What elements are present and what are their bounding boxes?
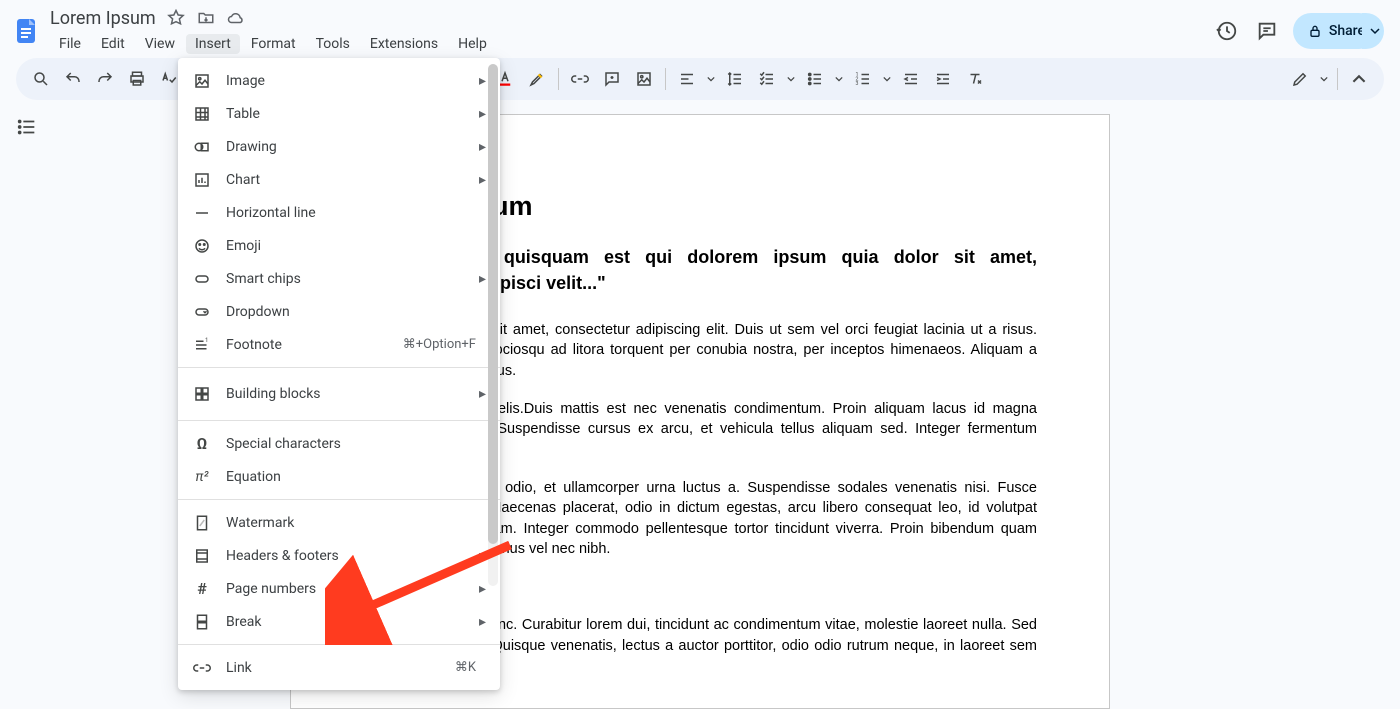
page-numbers-icon: # xyxy=(192,579,212,599)
numbered-caret-icon[interactable] xyxy=(880,64,894,94)
star-icon[interactable] xyxy=(166,8,186,28)
insert-drawing[interactable]: Drawing ▸ xyxy=(178,130,500,163)
insert-link-icon[interactable] xyxy=(565,64,595,94)
menu-insert[interactable]: Insert xyxy=(186,34,240,54)
menu-format[interactable]: Format xyxy=(242,34,305,54)
dropdown-icon xyxy=(192,302,212,322)
headers-footers-icon xyxy=(192,546,212,566)
horizontal-line-icon xyxy=(192,203,212,223)
line-spacing-icon[interactable] xyxy=(720,64,750,94)
share-caret-icon[interactable] xyxy=(1362,13,1384,49)
bulleted-list-icon[interactable] xyxy=(800,64,830,94)
link-icon xyxy=(192,658,212,678)
submenu-arrow-icon: ▸ xyxy=(479,614,486,630)
editing-caret-icon[interactable] xyxy=(1317,64,1331,94)
share-label: Share xyxy=(1329,23,1365,39)
menu-separator xyxy=(178,499,500,500)
insert-building-blocks[interactable]: Building blocks ▸ xyxy=(178,374,500,414)
search-menus-icon[interactable] xyxy=(26,64,56,94)
checklist-icon[interactable] xyxy=(752,64,782,94)
share-button[interactable]: Share xyxy=(1293,13,1384,49)
submenu-arrow-icon: ▸ xyxy=(479,581,486,597)
insert-table[interactable]: Table ▸ xyxy=(178,97,500,130)
building-blocks-icon xyxy=(192,384,212,404)
footnote-shortcut: ⌘+Option+F xyxy=(403,337,476,352)
insert-footnote[interactable]: 1 Footnote ⌘+Option+F xyxy=(178,328,500,361)
submenu-arrow-icon: ▸ xyxy=(479,106,486,122)
submenu-arrow-icon: ▸ xyxy=(479,73,486,89)
insert-headers-footers[interactable]: Headers & footers ▸ xyxy=(178,539,500,572)
svg-text:1: 1 xyxy=(205,337,208,344)
menu-tools[interactable]: Tools xyxy=(307,34,359,54)
insert-emoji[interactable]: Emoji xyxy=(178,229,500,262)
docs-logo-icon[interactable] xyxy=(8,13,44,49)
cloud-status-icon[interactable] xyxy=(226,8,246,28)
insert-horizontal-line[interactable]: Horizontal line xyxy=(178,196,500,229)
menu-edit[interactable]: Edit xyxy=(92,34,134,54)
insert-link[interactable]: Link ⌘K xyxy=(178,651,500,684)
menu-file[interactable]: File xyxy=(50,34,90,54)
menu-separator xyxy=(178,367,500,368)
menu-bar: File Edit View Insert Format Tools Exten… xyxy=(50,31,496,57)
lock-icon xyxy=(1307,23,1323,39)
highlight-color-icon[interactable] xyxy=(522,64,552,94)
svg-text:3: 3 xyxy=(856,81,859,87)
submenu-arrow-icon: ▸ xyxy=(479,548,486,564)
insert-smart-chips[interactable]: Smart chips ▸ xyxy=(178,262,500,295)
redo-icon[interactable] xyxy=(90,64,120,94)
submenu-arrow-icon: ▸ xyxy=(479,139,486,155)
chart-icon xyxy=(192,170,212,190)
submenu-arrow-icon: ▸ xyxy=(479,271,486,287)
smart-chips-icon xyxy=(192,269,212,289)
drawing-icon xyxy=(192,137,212,157)
insert-page-numbers[interactable]: # Page numbers ▸ xyxy=(178,572,500,605)
print-icon[interactable] xyxy=(122,64,152,94)
footnote-icon: 1 xyxy=(192,335,212,355)
insert-image-icon[interactable] xyxy=(629,64,659,94)
title-bar: Lorem Ipsum File Edit View Insert Format… xyxy=(0,0,1400,58)
decrease-indent-icon[interactable] xyxy=(896,64,926,94)
table-icon xyxy=(192,104,212,124)
menu-extensions[interactable]: Extensions xyxy=(361,34,447,54)
menu-view[interactable]: View xyxy=(136,34,184,54)
editing-mode-icon[interactable] xyxy=(1285,64,1315,94)
move-folder-icon[interactable] xyxy=(196,8,216,28)
insert-watermark[interactable]: Watermark xyxy=(178,506,500,539)
insert-break[interactable]: Break ▸ xyxy=(178,605,500,638)
omega-icon: Ω xyxy=(192,434,212,454)
insert-special-characters[interactable]: Ω Special characters xyxy=(178,427,500,460)
insert-menu-dropdown: Image ▸ Table ▸ Drawing ▸ Chart ▸ Horizo… xyxy=(178,58,500,690)
equation-icon: π² xyxy=(192,467,212,487)
break-icon xyxy=(192,612,212,632)
menu-separator xyxy=(178,420,500,421)
history-icon[interactable] xyxy=(1213,17,1241,45)
checklist-caret-icon[interactable] xyxy=(784,64,798,94)
undo-icon[interactable] xyxy=(58,64,88,94)
collapse-toolbar-icon[interactable] xyxy=(1344,64,1374,94)
watermark-icon xyxy=(192,513,212,533)
align-icon[interactable] xyxy=(672,64,702,94)
menu-help[interactable]: Help xyxy=(449,34,496,54)
comments-icon[interactable] xyxy=(1253,17,1281,45)
outline-toggle-icon[interactable] xyxy=(16,116,38,142)
bullet-caret-icon[interactable] xyxy=(832,64,846,94)
insert-image[interactable]: Image ▸ xyxy=(178,64,500,97)
insert-equation[interactable]: π² Equation xyxy=(178,460,500,493)
clear-formatting-icon[interactable] xyxy=(960,64,990,94)
align-caret-icon[interactable] xyxy=(704,64,718,94)
submenu-arrow-icon: ▸ xyxy=(479,386,486,402)
emoji-icon xyxy=(192,236,212,256)
submenu-arrow-icon: ▸ xyxy=(479,172,486,188)
numbered-list-icon[interactable]: 123 xyxy=(848,64,878,94)
menu-separator xyxy=(178,644,500,645)
insert-dropdown[interactable]: Dropdown xyxy=(178,295,500,328)
increase-indent-icon[interactable] xyxy=(928,64,958,94)
add-comment-icon[interactable] xyxy=(597,64,627,94)
doc-title[interactable]: Lorem Ipsum xyxy=(50,8,156,29)
link-shortcut: ⌘K xyxy=(455,660,476,675)
insert-chart[interactable]: Chart ▸ xyxy=(178,163,500,196)
image-icon xyxy=(192,71,212,91)
